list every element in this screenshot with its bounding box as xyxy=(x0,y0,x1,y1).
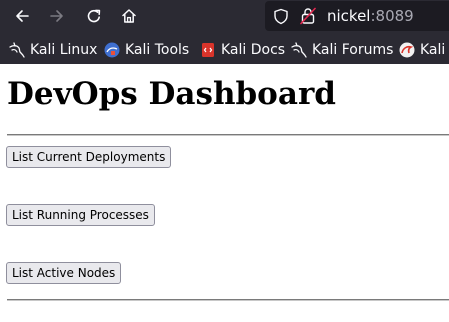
list-current-deployments-button[interactable]: List Current Deployments xyxy=(6,146,172,168)
insecure-lock-icon[interactable] xyxy=(300,7,316,25)
bookmark-kali-docs[interactable]: Kali Docs xyxy=(200,40,285,60)
home-button[interactable] xyxy=(116,4,142,28)
kali-dragon-icon xyxy=(9,42,25,58)
divider-top xyxy=(7,134,449,136)
forward-button[interactable] xyxy=(44,4,70,28)
bookmark-label: Kali Tools xyxy=(125,42,190,58)
arrow-left-icon xyxy=(16,10,29,22)
page-title: DevOps Dashboard xyxy=(7,76,336,112)
url-host: nickel xyxy=(327,7,371,25)
reload-icon xyxy=(87,9,101,23)
kali-nethunter-icon xyxy=(399,42,415,58)
kali-tools-icon xyxy=(104,42,120,58)
kali-docs-icon xyxy=(202,43,214,57)
tracking-protection-shield-icon[interactable] xyxy=(273,8,289,25)
list-running-processes-button[interactable]: List Running Processes xyxy=(6,204,155,226)
bookmark-kali-linux[interactable]: Kali Linux xyxy=(9,40,97,60)
url-bar[interactable]: nickel:8089 xyxy=(265,1,449,31)
bookmark-label: Kali Forums xyxy=(312,42,394,58)
home-icon xyxy=(122,9,136,23)
bookmark-kali-forums[interactable]: Kali Forums xyxy=(291,40,393,60)
bookmark-label: Kali Docs xyxy=(221,42,286,58)
bookmarks-toolbar: Kali Linux Kali Tools Kali Docs Kali For… xyxy=(0,38,449,62)
arrow-right-icon xyxy=(50,10,63,22)
url-port: :8089 xyxy=(370,7,414,25)
page-content: DevOps Dashboard List Current Deployment… xyxy=(0,64,449,322)
bookmark-kali-nethunter[interactable]: Kali xyxy=(399,40,445,60)
back-button[interactable] xyxy=(9,4,35,28)
bookmark-kali-tools[interactable]: Kali Tools xyxy=(104,40,189,60)
list-active-nodes-button[interactable]: List Active Nodes xyxy=(6,262,122,284)
kali-dragon-icon xyxy=(291,42,307,58)
navigation-toolbar: nickel:8089 xyxy=(0,0,449,33)
bookmark-label: Kali xyxy=(420,42,446,58)
url-text[interactable]: nickel:8089 xyxy=(327,6,414,26)
browser-chrome: nickel:8089 Kali Linux Kali Tools Kali D… xyxy=(0,0,449,64)
bookmark-label: Kali Linux xyxy=(30,42,98,58)
reload-button[interactable] xyxy=(81,4,107,28)
divider-bottom xyxy=(7,299,449,301)
